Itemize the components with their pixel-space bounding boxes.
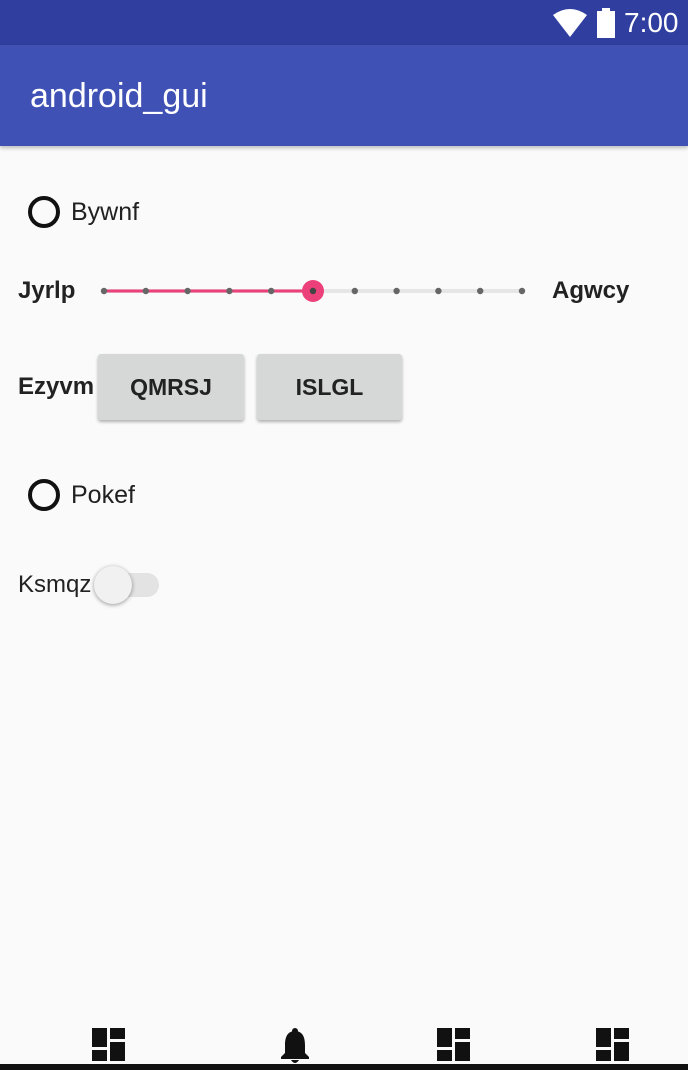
- radio-button-circle[interactable]: [28, 479, 60, 511]
- seekbar-tick: [351, 287, 358, 295]
- status-time: 7:00: [624, 7, 679, 38]
- switch-label: Ksmqz: [18, 571, 92, 598]
- app-title: android_gui: [30, 77, 208, 115]
- dashboard-icon[interactable]: [92, 1028, 125, 1061]
- seekbar-tick: [435, 287, 442, 295]
- radio-label: Pokef: [71, 480, 135, 509]
- islgl-button[interactable]: ISLGL: [257, 354, 402, 420]
- seekbar-tick: [184, 287, 191, 295]
- app-bar: android_gui: [0, 45, 688, 146]
- seekbar-tick: [226, 287, 233, 295]
- seekbar-left-label: Jyrlp: [18, 277, 76, 304]
- status-bar: 7:00: [0, 0, 688, 45]
- dashboard-icon[interactable]: [437, 1028, 470, 1061]
- radio-pokef[interactable]: Pokef: [28, 475, 135, 515]
- button-row: Ezyvm QMRSJ ISLGL: [0, 354, 688, 422]
- seekbar-tick: [100, 287, 108, 295]
- seekbar-tick: [393, 287, 400, 295]
- wifi-icon: [553, 9, 587, 37]
- seekbar-tick: [518, 287, 526, 295]
- seekbar-right-label: Agwcy: [552, 277, 630, 304]
- seekbar-tick: [142, 287, 149, 295]
- seekbar-thumb-dot: [309, 287, 317, 295]
- seekbar-row: Jyrlp Agwcy: [0, 270, 688, 314]
- seekbar-tick: [268, 287, 275, 295]
- seekbar[interactable]: [90, 270, 540, 314]
- button-row-label: Ezyvm: [18, 373, 95, 400]
- bottom-divider: [0, 1064, 688, 1070]
- bottom-navigation: [0, 1022, 688, 1070]
- radio-bywnf[interactable]: Bywnf: [28, 192, 139, 232]
- seekbar-tick: [477, 287, 484, 295]
- battery-icon: [597, 8, 615, 38]
- bell-icon[interactable]: [280, 1028, 310, 1064]
- qmrsj-button[interactable]: QMRSJ: [98, 354, 244, 420]
- radio-button-circle[interactable]: [28, 196, 60, 228]
- switch-thumb[interactable]: [94, 566, 132, 604]
- radio-label: Bywnf: [71, 197, 140, 226]
- dashboard-icon[interactable]: [596, 1028, 629, 1061]
- switch-row: Ksmqz: [0, 562, 688, 608]
